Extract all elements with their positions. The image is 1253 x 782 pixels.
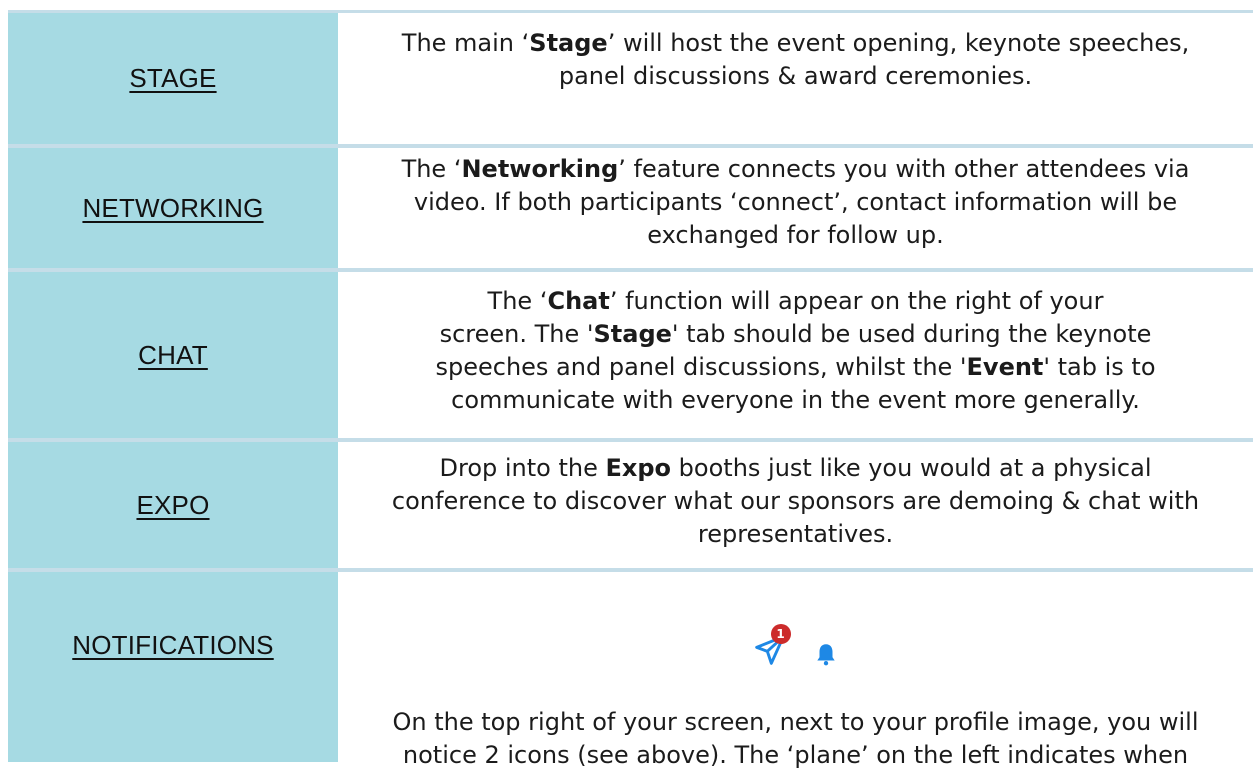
- table-row-expo: EXPO Drop into the Expo booths just like…: [8, 438, 1253, 568]
- desc-line: conference to discover what our sponsors…: [391, 487, 1200, 515]
- desc-line: representatives.: [697, 520, 894, 548]
- desc-cell-notifications: 1 On the top right of your screen, next …: [338, 572, 1253, 769]
- desc-cell-networking: The ‘Networking’ feature connects you wi…: [338, 148, 1253, 268]
- notification-icons: 1: [342, 624, 1249, 668]
- chat-link[interactable]: CHAT: [138, 340, 208, 371]
- desc-line: The main ‘Stage’ will host the event ope…: [401, 29, 1190, 57]
- desc-line: notice 2 icons (see above). The ‘plane’ …: [402, 741, 1189, 769]
- desc-line: The ‘Networking’ feature connects you wi…: [401, 155, 1190, 183]
- notification-badge: 1: [770, 624, 791, 644]
- label-cell-networking: NETWORKING: [8, 148, 338, 268]
- info-table: STAGE The main ‘Stage’ will host the eve…: [8, 10, 1253, 769]
- desc-line: screen. The 'Stage' tab should be used d…: [439, 320, 1152, 348]
- desc-line: On the top right of your screen, next to…: [392, 708, 1199, 736]
- desc-line: The ‘Chat’ function will appear on the r…: [487, 287, 1104, 315]
- table-row-notifications: NOTIFICATIONS 1 On the top right of your…: [8, 568, 1253, 769]
- table-row-networking: NETWORKING The ‘Networking’ feature conn…: [8, 144, 1253, 268]
- label-cell-stage: STAGE: [8, 13, 338, 144]
- desc-cell-expo: Drop into the Expo booths just like you …: [338, 442, 1253, 568]
- label-cell-expo: EXPO: [8, 442, 338, 568]
- label-cell-chat: CHAT: [8, 272, 338, 438]
- desc-cell-chat: The ‘Chat’ function will appear on the r…: [338, 272, 1253, 438]
- paper-plane-icon[interactable]: 1: [753, 624, 791, 668]
- notifications-link[interactable]: NOTIFICATIONS: [72, 630, 273, 661]
- table-row-stage: STAGE The main ‘Stage’ will host the eve…: [8, 10, 1253, 144]
- stage-link[interactable]: STAGE: [129, 63, 216, 94]
- bell-icon[interactable]: [813, 640, 839, 668]
- desc-line: speeches and panel discussions, whilst t…: [435, 353, 1156, 381]
- label-cell-notifications: NOTIFICATIONS: [8, 572, 338, 762]
- table-row-chat: CHAT The ‘Chat’ function will appear on …: [8, 268, 1253, 438]
- networking-link[interactable]: NETWORKING: [82, 193, 263, 224]
- desc-line: communicate with everyone in the event m…: [451, 386, 1140, 414]
- desc-cell-stage: The main ‘Stage’ will host the event ope…: [338, 13, 1253, 144]
- desc-line: panel discussions & award ceremonies.: [558, 62, 1033, 90]
- desc-line: Drop into the Expo booths just like you …: [439, 454, 1152, 482]
- desc-line: video. If both participants ‘connect’, c…: [413, 188, 1178, 216]
- expo-link[interactable]: EXPO: [136, 490, 209, 521]
- desc-line: exchanged for follow up.: [647, 221, 944, 249]
